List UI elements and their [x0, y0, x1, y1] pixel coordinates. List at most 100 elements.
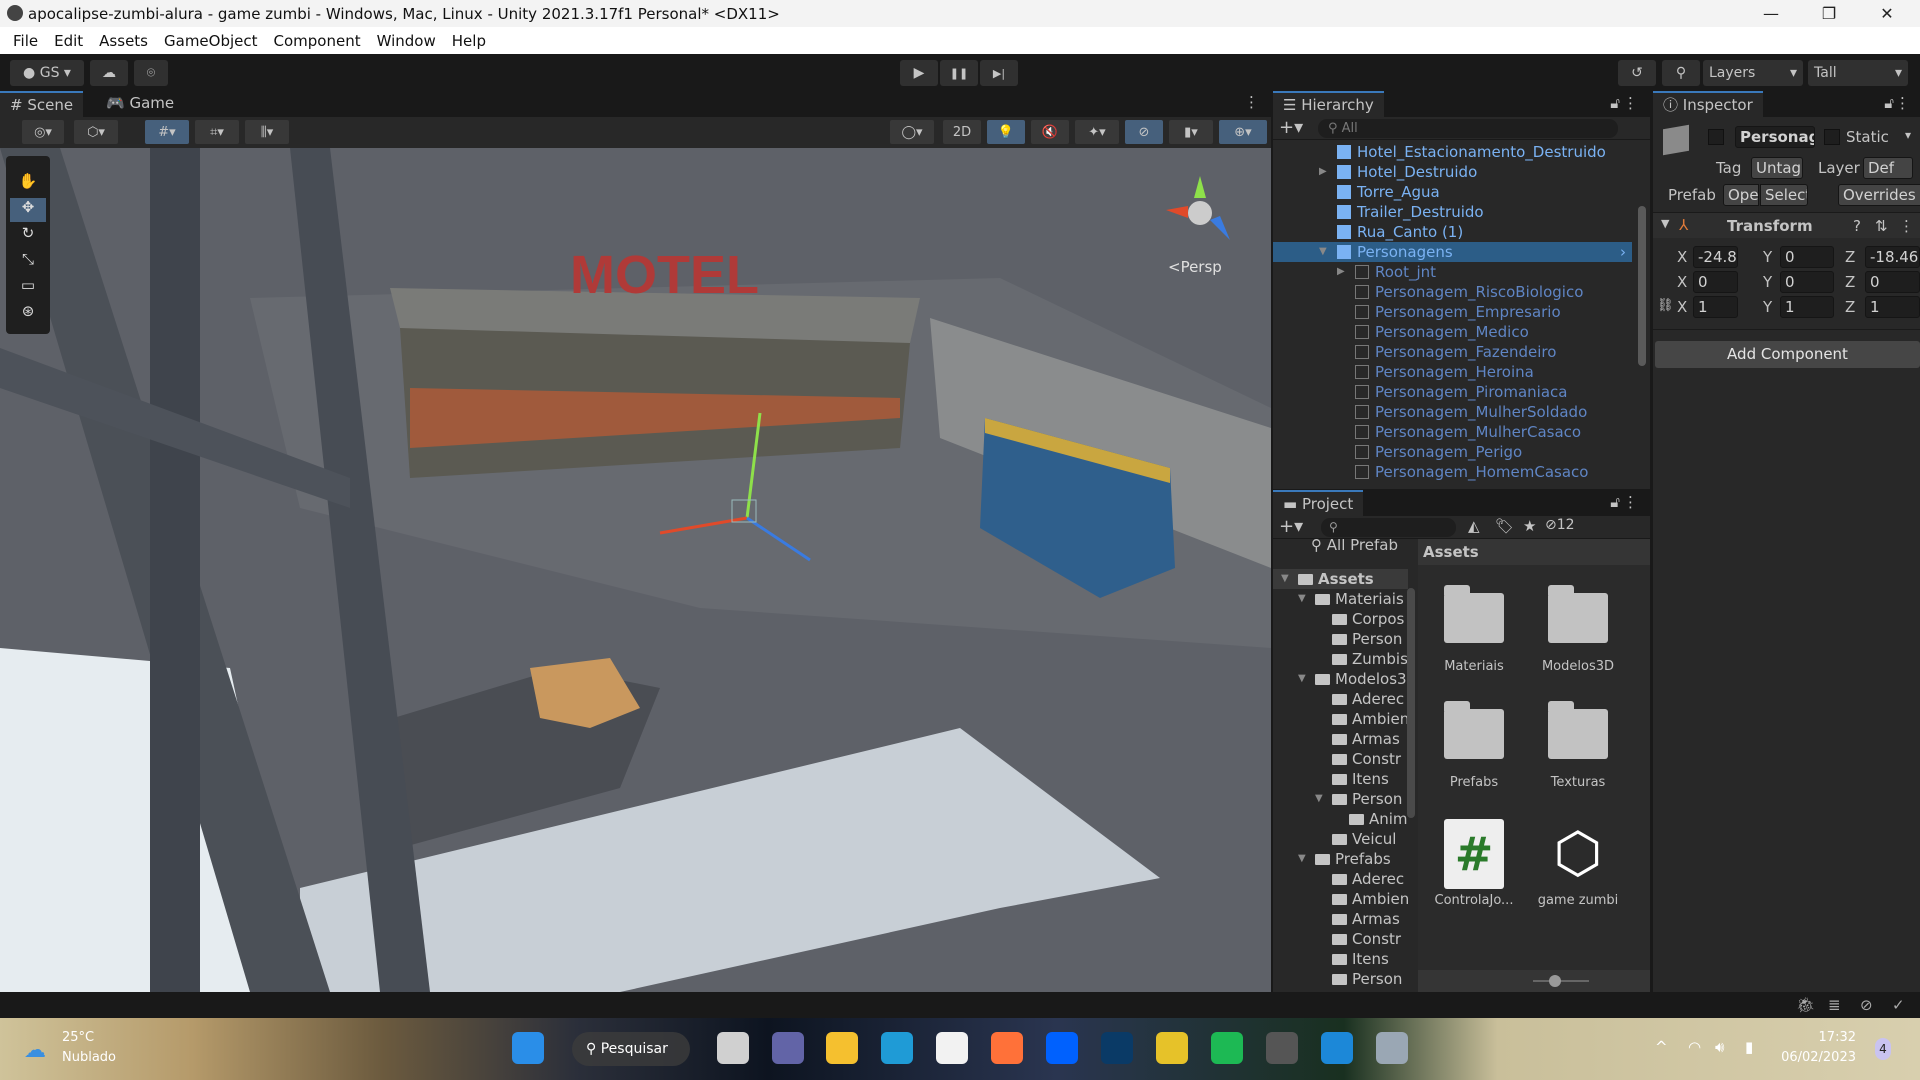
lock-icon[interactable]: 🔓︎: [1610, 94, 1620, 112]
hierarchy-item[interactable]: Personagem_Medico: [1273, 322, 1632, 342]
hierarchy-item[interactable]: Personagem_Heroina: [1273, 362, 1632, 382]
project-tree-item[interactable]: ▼ Materiais: [1273, 589, 1408, 609]
layer-dropdown[interactable]: Def: [1863, 157, 1913, 179]
help-icon[interactable]: ?: [1853, 217, 1861, 235]
close-button[interactable]: ✕: [1858, 0, 1916, 27]
pause-button[interactable]: ❚❚: [940, 60, 978, 86]
hierarchy-item[interactable]: Personagem_MulherCasaco: [1273, 422, 1632, 442]
project-tree-item[interactable]: Aderec: [1273, 869, 1408, 889]
presets-icon[interactable]: ⇅: [1875, 217, 1888, 235]
hierarchy-item[interactable]: ▶ Hotel_Destruido: [1273, 162, 1632, 182]
collapsed-arrow-icon[interactable]: ▶: [1319, 162, 1327, 182]
weather-cloud-icon[interactable]: ☁: [24, 1038, 46, 1063]
tab-scene[interactable]: # Scene: [0, 91, 84, 117]
lock-icon[interactable]: 🔓︎: [1610, 493, 1620, 511]
rotation-z-field[interactable]: 0: [1865, 271, 1920, 293]
microsoft-store-icon[interactable]: [936, 1032, 968, 1064]
expanded-arrow-icon[interactable]: ▼: [1315, 789, 1323, 809]
hierarchy-search-input[interactable]: ⚲ All: [1318, 119, 1618, 138]
hidden-objects-toggle[interactable]: ⊘: [1125, 120, 1163, 144]
scale-tool-icon[interactable]: ⤡: [10, 250, 46, 274]
layout-dropdown[interactable]: Tall ▾: [1808, 60, 1908, 86]
hierarchy-item[interactable]: ▶ Root_jnt: [1273, 262, 1632, 282]
audio-toggle[interactable]: 🔇: [1031, 120, 1069, 144]
project-tree-item[interactable]: Armas: [1273, 909, 1408, 929]
expanded-arrow-icon[interactable]: ▼: [1298, 669, 1306, 689]
hierarchy-item[interactable]: Torre_Agua: [1273, 182, 1632, 202]
transform-header[interactable]: ▼ ⅄ Transform ? ⇅ ⋮: [1653, 212, 1920, 238]
battery-icon[interactable]: ▮: [1745, 1038, 1753, 1056]
unity-icon[interactable]: [1266, 1032, 1298, 1064]
notification-badge[interactable]: 4: [1875, 1038, 1891, 1060]
menu-file[interactable]: File: [10, 32, 41, 50]
draw-mode-dropdown[interactable]: ◎▾: [22, 120, 64, 144]
shading-mode-dropdown[interactable]: ◯▾: [890, 120, 934, 144]
debug-icon[interactable]: 🐞︎: [1796, 996, 1815, 1014]
dropbox-icon[interactable]: [1046, 1032, 1078, 1064]
hierarchy-item[interactable]: Personagem_Piromaniaca: [1273, 382, 1632, 402]
rotate-tool-icon[interactable]: ↻: [10, 224, 46, 248]
hierarchy-item[interactable]: Hotel_Estacionamento_Destruido: [1273, 142, 1632, 162]
transform-tool-icon[interactable]: ⊛: [10, 302, 46, 326]
collab-button[interactable]: ⌾: [134, 60, 168, 86]
minimize-button[interactable]: —: [1742, 0, 1800, 27]
project-tree-item[interactable]: Person: [1273, 969, 1408, 989]
project-tree-item[interactable]: Constr: [1273, 749, 1408, 769]
play-button[interactable]: ▶: [900, 60, 938, 86]
menu-edit[interactable]: Edit: [51, 32, 86, 50]
favorites-star-icon[interactable]: ★: [1523, 517, 1536, 535]
gameobject-name-field[interactable]: Personage: [1735, 126, 1815, 148]
hierarchy-item[interactable]: Personagem_Fazendeiro: [1273, 342, 1632, 362]
camera-dropdown[interactable]: ▮▾: [1169, 120, 1213, 144]
position-y-field[interactable]: 0: [1780, 246, 1834, 268]
more-options-icon[interactable]: ⋮: [1623, 493, 1638, 511]
search-button[interactable]: ⚲: [1662, 60, 1700, 86]
cloud-button[interactable]: ☁: [90, 60, 128, 86]
wifi-icon[interactable]: ◠: [1688, 1038, 1701, 1056]
tray-chevron-icon[interactable]: ^: [1655, 1038, 1668, 1056]
project-tree-item[interactable]: ▼ Modelos3: [1273, 669, 1408, 689]
project-search-input[interactable]: ⚲: [1321, 518, 1456, 537]
more-options-icon[interactable]: ⋮: [1623, 94, 1638, 112]
active-checkbox[interactable]: [1708, 129, 1724, 145]
tab-game[interactable]: 🎮 Game: [96, 91, 184, 117]
project-tree-item[interactable]: Itens: [1273, 949, 1408, 969]
asset-item[interactable]: Texturas: [1526, 701, 1630, 790]
project-tree-item[interactable]: Constr: [1273, 929, 1408, 949]
project-tree-item[interactable]: ▼ Prefabs: [1273, 849, 1408, 869]
vscode-icon[interactable]: [1321, 1032, 1353, 1064]
tab-hierarchy[interactable]: ☰ Hierarchy: [1273, 91, 1384, 117]
projection-label[interactable]: <Persp: [1168, 258, 1222, 276]
toggle-2d-button[interactable]: 2D: [943, 120, 981, 144]
search-by-label-icon[interactable]: 🏷︎: [1495, 517, 1514, 535]
hierarchy-item[interactable]: Personagem_HomemCasaco: [1273, 462, 1632, 482]
restore-button[interactable]: ❐: [1800, 0, 1858, 27]
grid-snap-toggle[interactable]: #▾: [145, 120, 189, 144]
static-dropdown[interactable]: ▾: [1905, 128, 1911, 142]
snap-increment-dropdown[interactable]: ⌗▾: [195, 120, 239, 144]
project-tree-item[interactable]: Person: [1273, 629, 1408, 649]
firefox-icon[interactable]: [991, 1032, 1023, 1064]
scene-viewport[interactable]: MOTEL ✋ ✥ ↻ ⤡ ▭ ⊛ <Persp: [0, 148, 1271, 992]
tag-dropdown[interactable]: Untag: [1751, 157, 1803, 179]
gizmos-dropdown[interactable]: ⊕▾: [1219, 120, 1267, 144]
task-view-icon[interactable]: [717, 1032, 749, 1064]
project-tree-item[interactable]: ▼ Person: [1273, 789, 1408, 809]
position-z-field[interactable]: -18.46: [1865, 246, 1920, 268]
hierarchy-item[interactable]: Personagem_RiscoBiologico: [1273, 282, 1632, 302]
hierarchy-item[interactable]: Personagem_Empresario: [1273, 302, 1632, 322]
menu-assets[interactable]: Assets: [96, 32, 151, 50]
scale-z-field[interactable]: 1: [1865, 296, 1920, 318]
prefab-open-button[interactable]: Open: [1723, 184, 1759, 206]
constrain-proportions-icon[interactable]: ⛓: [1657, 298, 1674, 313]
hierarchy-item[interactable]: Trailer_Destruido: [1273, 202, 1632, 222]
project-tree-item[interactable]: Aderec: [1273, 689, 1408, 709]
hierarchy-item[interactable]: Personagem_MulherSoldado: [1273, 402, 1632, 422]
more-options-icon[interactable]: ⋮: [1244, 93, 1259, 111]
chrome-icon[interactable]: [1156, 1032, 1188, 1064]
asset-item[interactable]: # ControlaJo...: [1422, 819, 1526, 908]
asset-item[interactable]: Materiais: [1422, 585, 1526, 674]
create-button[interactable]: +▾: [1279, 516, 1303, 537]
step-button[interactable]: ▶|: [980, 60, 1018, 86]
rotation-y-field[interactable]: 0: [1780, 271, 1834, 293]
